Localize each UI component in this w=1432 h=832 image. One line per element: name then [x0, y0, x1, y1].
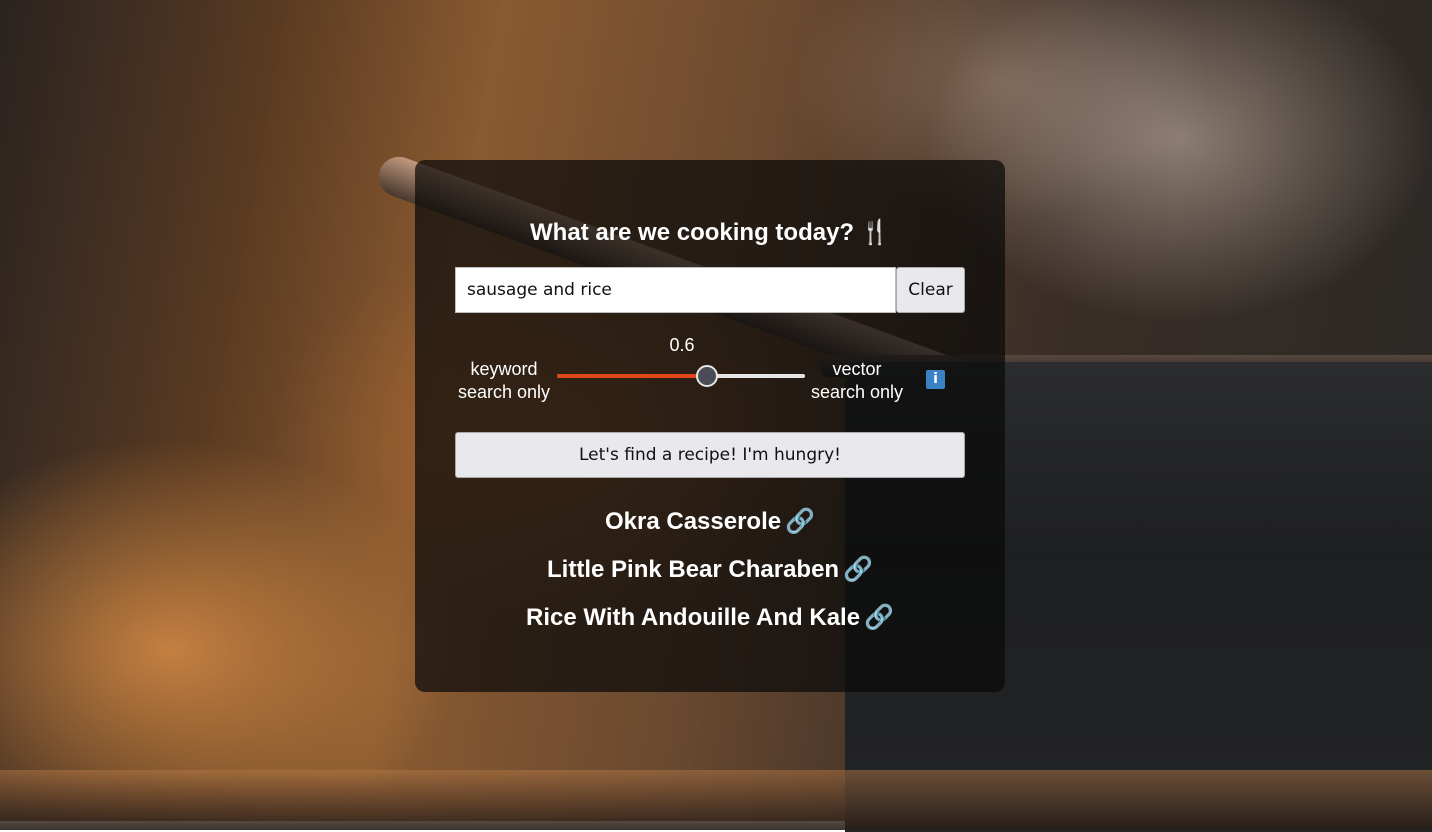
result-item[interactable]: Little Pink Bear Charaben 🔗 — [415, 552, 1005, 600]
slider-label-keyword-line2: search only — [457, 382, 551, 402]
slider-label-vector-line1: vector — [832, 359, 882, 379]
slider-label-keyword-line1: keyword — [470, 359, 538, 379]
results-list: Okra Casserole 🔗 Little Pink Bear Charabe… — [415, 504, 1005, 648]
search-mode-slider[interactable] — [557, 365, 805, 387]
link-icon[interactable]: 🔗 — [843, 556, 873, 583]
info-icon[interactable]: i — [926, 370, 945, 389]
link-icon[interactable]: 🔗 — [864, 604, 894, 631]
page-title-text: What are we cooking today? — [530, 219, 855, 246]
result-title[interactable]: Rice With Andouille And Kale — [526, 604, 860, 631]
find-recipe-button[interactable]: Let's find a recipe! I'm hungry! — [455, 432, 965, 478]
search-panel: What are we cooking today?🍴 Clear keywor… — [415, 160, 1005, 692]
slider-label-vector: vector search only — [805, 358, 909, 404]
slider-fill — [557, 374, 706, 378]
slider-label-keyword: keyword search only — [455, 358, 553, 404]
result-title[interactable]: Little Pink Bear Charaben — [547, 556, 839, 583]
slider-value: 0.6 — [669, 335, 695, 355]
link-icon[interactable]: 🔗 — [785, 508, 815, 535]
clear-button[interactable]: Clear — [896, 267, 965, 313]
fork-knife-icon: 🍴 — [860, 219, 890, 246]
search-row: Clear — [455, 267, 965, 313]
result-item[interactable]: Okra Casserole 🔗 — [415, 504, 1005, 552]
slider-thumb[interactable] — [695, 365, 718, 387]
result-title[interactable]: Okra Casserole — [605, 508, 781, 535]
slider-label-vector-line2: search only — [810, 382, 904, 402]
page-title: What are we cooking today? 🍴 — [415, 218, 1005, 247]
result-item[interactable]: Rice With Andouille And Kale 🔗 — [415, 600, 1005, 648]
search-input[interactable] — [455, 267, 896, 313]
search-mode-slider-row: keyword search only 0.6 vector search on… — [455, 335, 965, 405]
background-counter — [0, 770, 1432, 830]
